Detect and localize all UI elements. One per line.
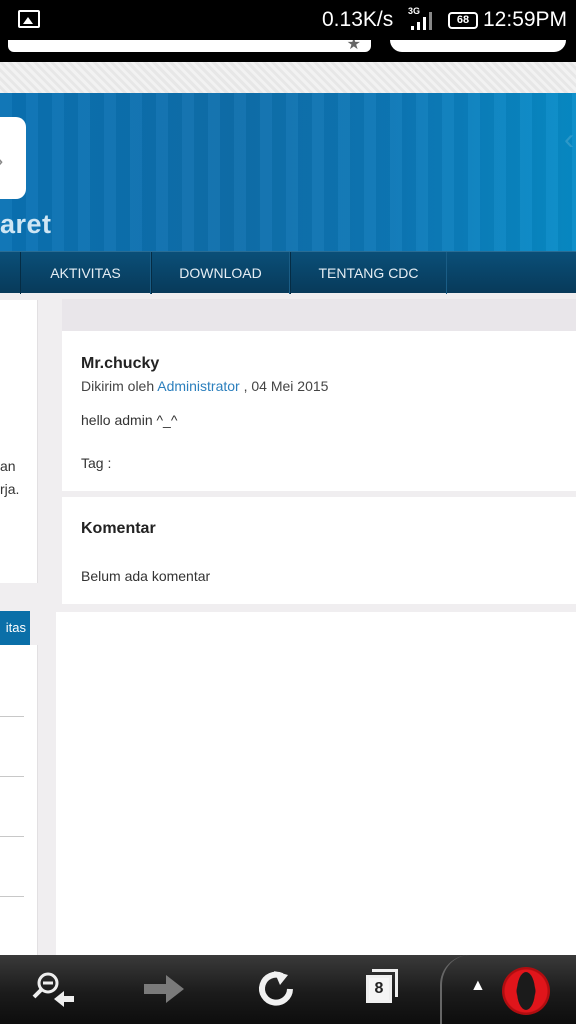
clock: 12:59PM [483, 8, 568, 31]
site-banner: › aret ‹ [0, 93, 576, 251]
tab-count: 8 [366, 975, 392, 1003]
list-divider [0, 716, 24, 717]
nav-label: TENTANG CDC [318, 265, 419, 281]
site-logo[interactable] [0, 117, 26, 199]
reload-icon[interactable] [252, 967, 300, 1011]
page-top-strip [0, 62, 576, 93]
nav-item-aktivitas[interactable]: AKTIVITAS [20, 252, 151, 294]
post-meta-prefix: Dikirim oleh [81, 378, 155, 394]
chevron-left-icon: ‹ [564, 123, 574, 156]
post-author-link[interactable]: Administrator [157, 378, 239, 394]
signal-icon: 3G [408, 6, 432, 30]
image-notification-icon [18, 10, 40, 28]
comments-empty-text: Belum ada komentar [81, 568, 211, 584]
main-nav: AKTIVITAS DOWNLOAD TENTANG CDC [0, 251, 576, 294]
site-name: aret [0, 209, 52, 239]
status-bar: 0.13K/s 3G 68 12:59PM [0, 0, 576, 40]
battery-icon: 68 [448, 12, 478, 29]
network-speed: 0.13K/s [322, 8, 394, 31]
post-title: Mr.chucky [81, 355, 160, 372]
post-body: hello admin ^_^ [81, 412, 178, 428]
nav-label: DOWNLOAD [179, 265, 262, 281]
forward-arrow-icon[interactable] [140, 967, 188, 1011]
post-card: Mr.chucky Dikirim oleh Administrator , 0… [62, 331, 576, 491]
post-meta: Dikirim oleh Administrator , 04 Mei 2015 [81, 378, 328, 394]
sidebar-text-fragment: rja. [0, 481, 20, 497]
list-divider [0, 896, 24, 897]
up-arrow-icon: ▲ [470, 977, 486, 994]
nav-item-tentang-cdc[interactable]: TENTANG CDC [290, 252, 447, 294]
sidebar-tab-button[interactable]: itas [0, 611, 30, 645]
zoom-out-back-icon[interactable] [30, 967, 78, 1011]
battery-level: 68 [456, 14, 470, 26]
bookmark-star-icon[interactable]: ★ [347, 40, 361, 52]
tabs-icon[interactable]: 8 [356, 967, 404, 1011]
nav-item-download[interactable]: DOWNLOAD [151, 252, 290, 294]
network-type: 3G [408, 6, 420, 16]
list-divider [0, 836, 24, 837]
opera-logo-icon[interactable] [502, 967, 550, 1015]
logo-mark-icon: › [0, 148, 3, 174]
list-divider [0, 776, 24, 777]
sidebar-text-fragment: an [0, 458, 16, 474]
post-tags: Tag : [81, 455, 112, 471]
content-area-blank [56, 612, 576, 955]
comments-heading: Komentar [81, 520, 156, 537]
comments-section: Komentar Belum ada komentar [62, 497, 576, 604]
banner-pattern [0, 93, 576, 251]
search-bar[interactable] [390, 40, 566, 52]
sidebar-list [0, 645, 38, 955]
content-header-bar [62, 299, 576, 331]
sidebar-tab-label: itas [5, 620, 26, 635]
sidebar-widget: an rja. [0, 300, 38, 583]
address-bar[interactable]: ★ [8, 40, 371, 52]
post-date: , 04 Mei 2015 [239, 378, 329, 394]
nav-label: AKTIVITAS [50, 265, 121, 281]
